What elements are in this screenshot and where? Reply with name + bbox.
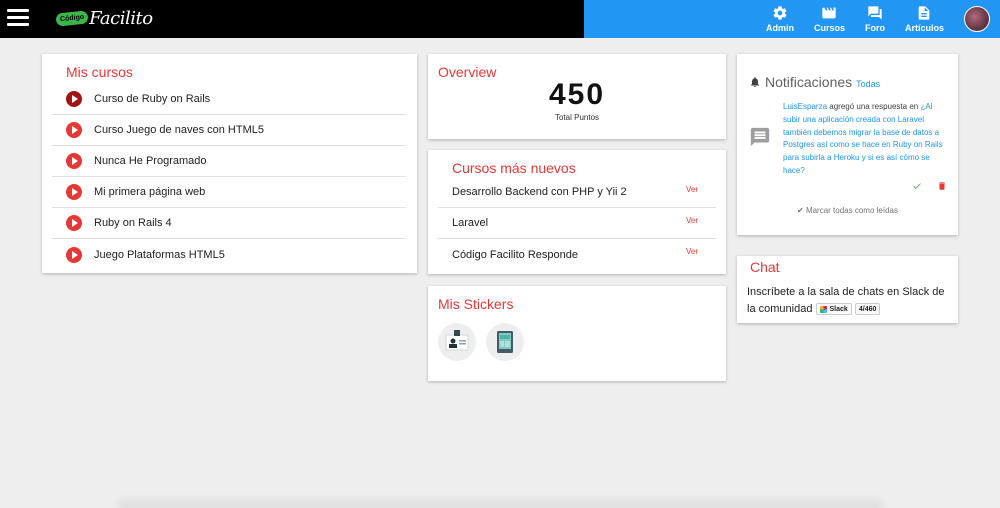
nav-label: Cursos — [813, 23, 845, 33]
course-item[interactable]: Curso Juego de naves con HTML5 — [52, 115, 406, 146]
logo-text: Facilito — [89, 7, 153, 29]
gear-icon — [773, 6, 787, 20]
slack-member-count: 4/460 — [854, 303, 881, 316]
course-title: Laravel — [452, 217, 489, 229]
play-icon — [66, 215, 82, 231]
my-courses-card: Mis cursos Curso de Ruby on Rails Curso … — [42, 54, 417, 273]
view-link[interactable]: Ver — [686, 247, 698, 256]
tablet-icon — [497, 331, 513, 353]
play-icon — [66, 122, 82, 138]
overview-card: Overview 450 Total Puntos — [428, 54, 726, 139]
sticker-id-card[interactable] — [438, 323, 476, 361]
chat-card: Chat Inscríbete a la sala de chats en Sl… — [737, 256, 958, 323]
nav-cursos[interactable]: Cursos — [814, 5, 845, 33]
notification-topic-link[interactable]: ¿Al subir una aplicación creada con Lara… — [783, 102, 943, 175]
course-item[interactable]: Ruby on Rails 4 — [52, 208, 406, 239]
course-title: Curso de Ruby on Rails — [94, 93, 211, 105]
course-item[interactable]: Juego Plataformas HTML5 — [52, 239, 406, 270]
card-title: Notificaciones — [765, 74, 853, 90]
view-link[interactable]: Ver — [686, 216, 698, 225]
newest-course-list: Desarrollo Backend con PHP y Yii 2 Ver L… — [438, 177, 716, 270]
bell-icon — [751, 77, 759, 87]
newest-courses-card: Cursos más nuevos Desarrollo Backend con… — [428, 150, 726, 274]
user-avatar[interactable] — [964, 6, 990, 32]
course-item[interactable]: Mi primera página web — [52, 177, 406, 208]
slack-label: Slack — [829, 305, 848, 313]
notification-text: LuisEsparza agregó una respuesta en ¿Al … — [783, 101, 951, 178]
notifications-header: Notificaciones Todas — [749, 74, 880, 90]
course-title: Mi primera página web — [94, 186, 206, 198]
nav-label: Artículos — [904, 23, 944, 33]
course-title: Ruby on Rails 4 — [94, 217, 172, 229]
list-item: Desarrollo Backend con PHP y Yii 2 Ver — [438, 177, 716, 208]
course-title: Desarrollo Backend con PHP y Yii 2 — [452, 186, 627, 198]
play-icon — [66, 153, 82, 169]
document-icon — [919, 6, 930, 20]
top-bar: Código Facilito Admin Cursos Foro Artícu… — [0, 0, 1000, 38]
menu-icon[interactable] — [7, 9, 29, 28]
nav-foro[interactable]: Foro — [865, 5, 885, 33]
nav-label: Foro — [864, 23, 885, 33]
course-title: Código Facilito Responde — [452, 248, 578, 261]
check-icon[interactable] — [912, 178, 922, 196]
nav-admin[interactable]: Admin — [766, 5, 794, 33]
slack-button[interactable]: Slack — [815, 303, 852, 316]
delete-icon[interactable] — [937, 178, 947, 196]
top-bar-right: Admin Cursos Foro Artículos — [584, 0, 1000, 38]
nav-articulos[interactable]: Artículos — [905, 5, 944, 33]
notification-verb: agregó una respuesta en — [829, 102, 919, 111]
mark-all-read-button[interactable]: ✔ Marcar todas como leídas — [737, 206, 958, 215]
course-list: Curso de Ruby on Rails Curso Juego de na… — [52, 84, 406, 270]
course-item[interactable]: Curso de Ruby on Rails — [52, 84, 406, 115]
top-bar-left: Código Facilito — [0, 0, 584, 38]
notification-user-link[interactable]: LuisEsparza — [783, 102, 827, 111]
site-logo[interactable]: Código Facilito — [55, 4, 153, 32]
footer-shadow — [118, 500, 883, 508]
card-title: Mis Stickers — [438, 296, 514, 312]
main-nav: Admin Cursos Foro Artículos — [766, 0, 1000, 38]
course-title: Curso Juego de naves con HTML5 — [94, 124, 264, 136]
nav-label: Admin — [765, 23, 794, 33]
card-title: Cursos más nuevos — [452, 160, 576, 176]
logo-badge: Código — [55, 9, 89, 27]
card-title: Chat — [750, 259, 780, 275]
list-item: Código Facilito Responde Ver — [438, 239, 716, 270]
all-notifications-link[interactable]: Todas — [856, 79, 880, 89]
play-icon — [66, 91, 82, 107]
film-icon — [822, 7, 837, 19]
chat-text: Inscríbete a la sala de chats en Slack d… — [747, 284, 953, 318]
id-card-icon — [445, 330, 469, 351]
play-icon — [66, 246, 82, 263]
forum-icon — [868, 6, 882, 20]
slack-icon — [819, 305, 827, 313]
double-check-icon: ✔ — [797, 206, 804, 215]
total-points: 450 — [548, 78, 606, 111]
view-link[interactable]: Ver — [686, 185, 698, 194]
course-title: Nunca He Programado — [94, 155, 207, 167]
sticker-tablet[interactable] — [486, 323, 524, 361]
course-item[interactable]: Nunca He Programado — [52, 146, 406, 177]
mark-all-label: Marcar todas como leídas — [805, 206, 898, 215]
total-points-label: Total Puntos — [554, 113, 600, 122]
notifications-card: Notificaciones Todas LuisEsparza agregó … — [737, 54, 958, 235]
comment-icon — [749, 126, 771, 153]
course-title: Juego Plataformas HTML5 — [94, 248, 225, 261]
play-icon — [66, 184, 82, 200]
list-item: Laravel Ver — [438, 208, 716, 239]
stickers-card: Mis Stickers — [428, 286, 726, 381]
card-title: Mis cursos — [66, 64, 133, 80]
